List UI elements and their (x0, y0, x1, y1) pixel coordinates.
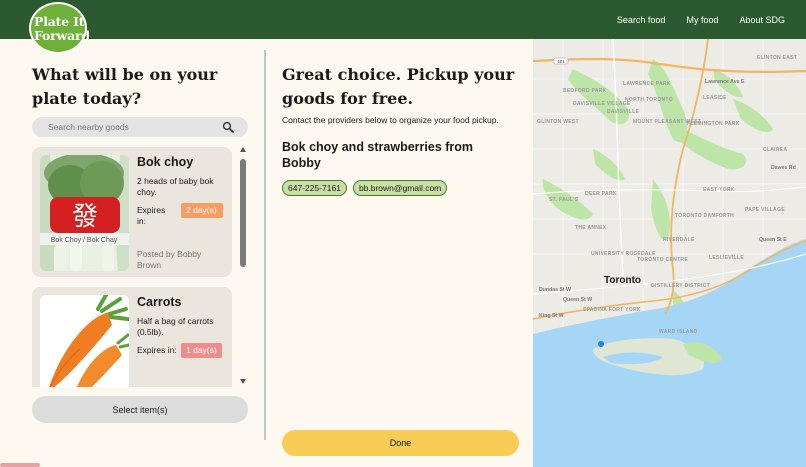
bok-choy-package-label: Bok Choy / Bok Chay (51, 237, 118, 244)
food-card-bok-choy[interactable]: 發 Bok Choy / Bok Chay Bok choy 2 heads o… (32, 147, 232, 277)
bok-choy-package-char: 發 (72, 202, 98, 232)
search-bar[interactable]: Search nearby goods (32, 117, 248, 137)
map-label: DAVISVILLE (607, 109, 640, 115)
map-label: Queen St E (759, 237, 787, 243)
email-chip[interactable]: bb.brown@gmail.com (352, 180, 448, 196)
carrots-image (40, 295, 129, 387)
page-title: What will be on your plate today? (32, 65, 218, 108)
contact-chips: 647-225-7161 bb.brown@gmail.com (282, 180, 448, 196)
logo-text: Plate It Forward (34, 14, 90, 43)
map-label: LEASIDE (703, 95, 727, 101)
map-label: DISTILLERY DISTRICT (651, 283, 711, 289)
carrots-description: Half a bag of carrots (0.5lb). (137, 316, 214, 337)
map-label: WARD ISLAND (659, 329, 698, 335)
top-navigation-bar: Search food My food About SDG (0, 0, 806, 39)
map-label: Queen St W (563, 297, 593, 303)
phone-chip[interactable]: 647-225-7161 (282, 180, 347, 196)
map-label: Dundas St W (539, 287, 571, 293)
carrots-title: Carrots (137, 295, 182, 309)
map-label: NORTH TORONTO (625, 97, 673, 103)
nav-my-food[interactable]: My food (686, 15, 718, 25)
food-list-panel: What will be on your plate today? Search… (0, 39, 264, 467)
map-label: Dawes Rd (771, 165, 796, 171)
map-label: ST. PAUL'S (549, 197, 579, 203)
map-label: CLAIREA (763, 147, 788, 153)
map-label: TORONTO CENTRE (637, 257, 688, 263)
bok-choy-title: Bok choy (137, 155, 194, 169)
select-items-button[interactable]: Select item(s) (32, 396, 248, 423)
scroll-down-arrow-icon[interactable] (240, 379, 246, 384)
map-label: TORONTO DANFORTH (675, 213, 735, 219)
map-label: DEER PARK (585, 191, 617, 197)
scroll-thumb[interactable] (240, 159, 246, 267)
list-scrollbar[interactable] (239, 147, 247, 387)
map-label: LAWRENCE PARK (623, 81, 671, 87)
map-label: ELINTON EAST (757, 55, 798, 61)
map-label: DAVISVILLE VILLAGE (573, 101, 631, 107)
map-label: King St W (539, 313, 564, 319)
bok-choy-expires-label: Expires in: (137, 205, 166, 226)
search-input[interactable]: Search nearby goods (48, 122, 129, 132)
food-card-carrots[interactable]: Carrots Half a bag of carrots (0.5lb). E… (32, 287, 232, 387)
bottom-edge-mark (0, 463, 40, 467)
map-label: EAST YORK (703, 187, 735, 193)
map-label: THE ANNEX (575, 225, 607, 231)
map-label: SPADINA FORT YORK (583, 307, 641, 313)
map-city-label: Toronto (604, 275, 642, 286)
map-label: LESLIEVILLE (709, 255, 744, 261)
map-label: FLEMINGTON PARK (687, 121, 740, 127)
pickup-subtitle: Contact the providers below to organize … (282, 115, 499, 125)
nav-search-food[interactable]: Search food (617, 15, 666, 25)
bok-choy-image: 發 Bok Choy / Bok Chay (40, 155, 129, 271)
main-nav: Search food My food About SDG (617, 0, 806, 39)
pickup-title: Great choice. Pickup your goods for free… (282, 65, 515, 108)
carrots-expiry-badge: 1 day(s) (181, 343, 222, 358)
map-label: PAPE VILLAGE (745, 207, 785, 213)
search-icon[interactable] (222, 121, 234, 133)
nav-about-sdg[interactable]: About SDG (739, 15, 785, 25)
pickup-panel: Great choice. Pickup your goods for free… (266, 39, 533, 467)
food-item-list[interactable]: 發 Bok Choy / Bok Chay Bok choy 2 heads o… (32, 147, 232, 387)
bok-choy-expiry-badge: 2 day(s) (181, 203, 223, 218)
map-view[interactable]: 401 Lawrence Ave E BEDFORD PARK LAWRENCE… (533, 39, 806, 467)
carrots-expires-label: Expires in: (137, 345, 177, 355)
map-label: Lawrence Ave E (705, 79, 745, 85)
map-label: RIVERDALE (663, 237, 695, 243)
map-label: BEDFORD PARK (563, 88, 607, 94)
bok-choy-posted-by: Posted by Bobby Brown (137, 249, 202, 270)
done-button[interactable]: Done (282, 430, 519, 456)
map-label: GLINTON WEST (537, 119, 579, 125)
provider-heading: Bok choy and strawberries from Bobby (282, 140, 474, 170)
logo[interactable]: Plate It Forward (29, 2, 90, 54)
highway-401-badge: 401 (557, 59, 565, 64)
scroll-up-arrow-icon[interactable] (240, 147, 246, 152)
bok-choy-description: 2 heads of baby bok choy. (137, 176, 214, 197)
